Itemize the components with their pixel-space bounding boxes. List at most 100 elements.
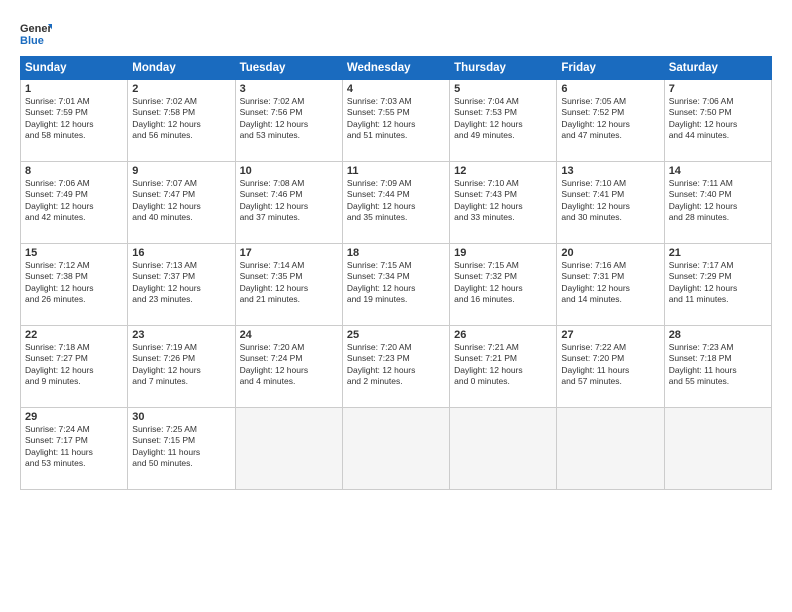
calendar-cell: 20Sunrise: 7:16 AM Sunset: 7:31 PM Dayli… (557, 244, 664, 326)
day-info: Sunrise: 7:09 AM Sunset: 7:44 PM Dayligh… (347, 178, 445, 224)
calendar-cell: 7Sunrise: 7:06 AM Sunset: 7:50 PM Daylig… (664, 80, 771, 162)
weekday-header: Friday (557, 57, 664, 80)
day-info: Sunrise: 7:21 AM Sunset: 7:21 PM Dayligh… (454, 342, 552, 388)
day-info: Sunrise: 7:15 AM Sunset: 7:34 PM Dayligh… (347, 260, 445, 306)
calendar-cell: 28Sunrise: 7:23 AM Sunset: 7:18 PM Dayli… (664, 326, 771, 408)
calendar-cell: 17Sunrise: 7:14 AM Sunset: 7:35 PM Dayli… (235, 244, 342, 326)
day-number: 7 (669, 83, 767, 95)
calendar-cell: 18Sunrise: 7:15 AM Sunset: 7:34 PM Dayli… (342, 244, 449, 326)
calendar-cell: 26Sunrise: 7:21 AM Sunset: 7:21 PM Dayli… (450, 326, 557, 408)
header: General Blue (20, 18, 772, 50)
day-info: Sunrise: 7:10 AM Sunset: 7:43 PM Dayligh… (454, 178, 552, 224)
day-number: 4 (347, 83, 445, 95)
calendar-cell: 8Sunrise: 7:06 AM Sunset: 7:49 PM Daylig… (21, 162, 128, 244)
calendar-row: 15Sunrise: 7:12 AM Sunset: 7:38 PM Dayli… (21, 244, 772, 326)
svg-text:General: General (20, 23, 52, 35)
day-info: Sunrise: 7:10 AM Sunset: 7:41 PM Dayligh… (561, 178, 659, 224)
calendar-cell: 15Sunrise: 7:12 AM Sunset: 7:38 PM Dayli… (21, 244, 128, 326)
day-info: Sunrise: 7:24 AM Sunset: 7:17 PM Dayligh… (25, 424, 123, 470)
calendar-cell: 14Sunrise: 7:11 AM Sunset: 7:40 PM Dayli… (664, 162, 771, 244)
day-number: 2 (132, 83, 230, 95)
day-info: Sunrise: 7:23 AM Sunset: 7:18 PM Dayligh… (669, 342, 767, 388)
day-info: Sunrise: 7:12 AM Sunset: 7:38 PM Dayligh… (25, 260, 123, 306)
calendar-cell (342, 408, 449, 490)
calendar-cell: 29Sunrise: 7:24 AM Sunset: 7:17 PM Dayli… (21, 408, 128, 490)
day-number: 1 (25, 83, 123, 95)
day-number: 28 (669, 329, 767, 341)
day-info: Sunrise: 7:17 AM Sunset: 7:29 PM Dayligh… (669, 260, 767, 306)
calendar-cell: 6Sunrise: 7:05 AM Sunset: 7:52 PM Daylig… (557, 80, 664, 162)
calendar-row: 29Sunrise: 7:24 AM Sunset: 7:17 PM Dayli… (21, 408, 772, 490)
day-number: 5 (454, 83, 552, 95)
calendar-cell (450, 408, 557, 490)
day-number: 13 (561, 165, 659, 177)
calendar-cell: 27Sunrise: 7:22 AM Sunset: 7:20 PM Dayli… (557, 326, 664, 408)
day-info: Sunrise: 7:15 AM Sunset: 7:32 PM Dayligh… (454, 260, 552, 306)
day-number: 6 (561, 83, 659, 95)
weekday-header: Tuesday (235, 57, 342, 80)
calendar-cell: 11Sunrise: 7:09 AM Sunset: 7:44 PM Dayli… (342, 162, 449, 244)
day-number: 24 (240, 329, 338, 341)
day-number: 14 (669, 165, 767, 177)
calendar-cell: 19Sunrise: 7:15 AM Sunset: 7:32 PM Dayli… (450, 244, 557, 326)
day-info: Sunrise: 7:02 AM Sunset: 7:58 PM Dayligh… (132, 96, 230, 142)
day-number: 17 (240, 247, 338, 259)
day-info: Sunrise: 7:11 AM Sunset: 7:40 PM Dayligh… (669, 178, 767, 224)
calendar-cell: 24Sunrise: 7:20 AM Sunset: 7:24 PM Dayli… (235, 326, 342, 408)
calendar-cell: 9Sunrise: 7:07 AM Sunset: 7:47 PM Daylig… (128, 162, 235, 244)
day-number: 3 (240, 83, 338, 95)
day-info: Sunrise: 7:01 AM Sunset: 7:59 PM Dayligh… (25, 96, 123, 142)
day-info: Sunrise: 7:20 AM Sunset: 7:23 PM Dayligh… (347, 342, 445, 388)
weekday-header: Saturday (664, 57, 771, 80)
day-info: Sunrise: 7:16 AM Sunset: 7:31 PM Dayligh… (561, 260, 659, 306)
day-info: Sunrise: 7:25 AM Sunset: 7:15 PM Dayligh… (132, 424, 230, 470)
day-number: 25 (347, 329, 445, 341)
day-number: 21 (669, 247, 767, 259)
day-info: Sunrise: 7:18 AM Sunset: 7:27 PM Dayligh… (25, 342, 123, 388)
day-info: Sunrise: 7:19 AM Sunset: 7:26 PM Dayligh… (132, 342, 230, 388)
day-number: 9 (132, 165, 230, 177)
calendar-cell: 22Sunrise: 7:18 AM Sunset: 7:27 PM Dayli… (21, 326, 128, 408)
svg-text:Blue: Blue (20, 35, 44, 47)
day-info: Sunrise: 7:08 AM Sunset: 7:46 PM Dayligh… (240, 178, 338, 224)
calendar-cell: 5Sunrise: 7:04 AM Sunset: 7:53 PM Daylig… (450, 80, 557, 162)
day-number: 11 (347, 165, 445, 177)
calendar-cell: 12Sunrise: 7:10 AM Sunset: 7:43 PM Dayli… (450, 162, 557, 244)
day-number: 15 (25, 247, 123, 259)
day-number: 18 (347, 247, 445, 259)
day-info: Sunrise: 7:22 AM Sunset: 7:20 PM Dayligh… (561, 342, 659, 388)
calendar-cell: 4Sunrise: 7:03 AM Sunset: 7:55 PM Daylig… (342, 80, 449, 162)
day-number: 8 (25, 165, 123, 177)
day-number: 20 (561, 247, 659, 259)
day-number: 10 (240, 165, 338, 177)
calendar-table: SundayMondayTuesdayWednesdayThursdayFrid… (20, 56, 772, 490)
calendar-cell: 1Sunrise: 7:01 AM Sunset: 7:59 PM Daylig… (21, 80, 128, 162)
calendar-header-row: SundayMondayTuesdayWednesdayThursdayFrid… (21, 57, 772, 80)
calendar-cell (664, 408, 771, 490)
day-number: 29 (25, 411, 123, 423)
day-info: Sunrise: 7:05 AM Sunset: 7:52 PM Dayligh… (561, 96, 659, 142)
day-number: 22 (25, 329, 123, 341)
calendar-cell: 16Sunrise: 7:13 AM Sunset: 7:37 PM Dayli… (128, 244, 235, 326)
day-info: Sunrise: 7:20 AM Sunset: 7:24 PM Dayligh… (240, 342, 338, 388)
day-number: 30 (132, 411, 230, 423)
day-info: Sunrise: 7:03 AM Sunset: 7:55 PM Dayligh… (347, 96, 445, 142)
calendar-cell: 10Sunrise: 7:08 AM Sunset: 7:46 PM Dayli… (235, 162, 342, 244)
calendar-cell: 30Sunrise: 7:25 AM Sunset: 7:15 PM Dayli… (128, 408, 235, 490)
day-number: 16 (132, 247, 230, 259)
day-info: Sunrise: 7:07 AM Sunset: 7:47 PM Dayligh… (132, 178, 230, 224)
calendar-row: 22Sunrise: 7:18 AM Sunset: 7:27 PM Dayli… (21, 326, 772, 408)
calendar-row: 1Sunrise: 7:01 AM Sunset: 7:59 PM Daylig… (21, 80, 772, 162)
calendar-cell (557, 408, 664, 490)
calendar-cell: 23Sunrise: 7:19 AM Sunset: 7:26 PM Dayli… (128, 326, 235, 408)
logo-container: General Blue (20, 18, 52, 50)
weekday-header: Wednesday (342, 57, 449, 80)
weekday-header: Sunday (21, 57, 128, 80)
day-number: 26 (454, 329, 552, 341)
weekday-header: Monday (128, 57, 235, 80)
page: General Blue SundayMondayTuesdayWednesda… (0, 0, 792, 612)
calendar-cell: 2Sunrise: 7:02 AM Sunset: 7:58 PM Daylig… (128, 80, 235, 162)
day-number: 27 (561, 329, 659, 341)
day-info: Sunrise: 7:06 AM Sunset: 7:50 PM Dayligh… (669, 96, 767, 142)
day-number: 19 (454, 247, 552, 259)
